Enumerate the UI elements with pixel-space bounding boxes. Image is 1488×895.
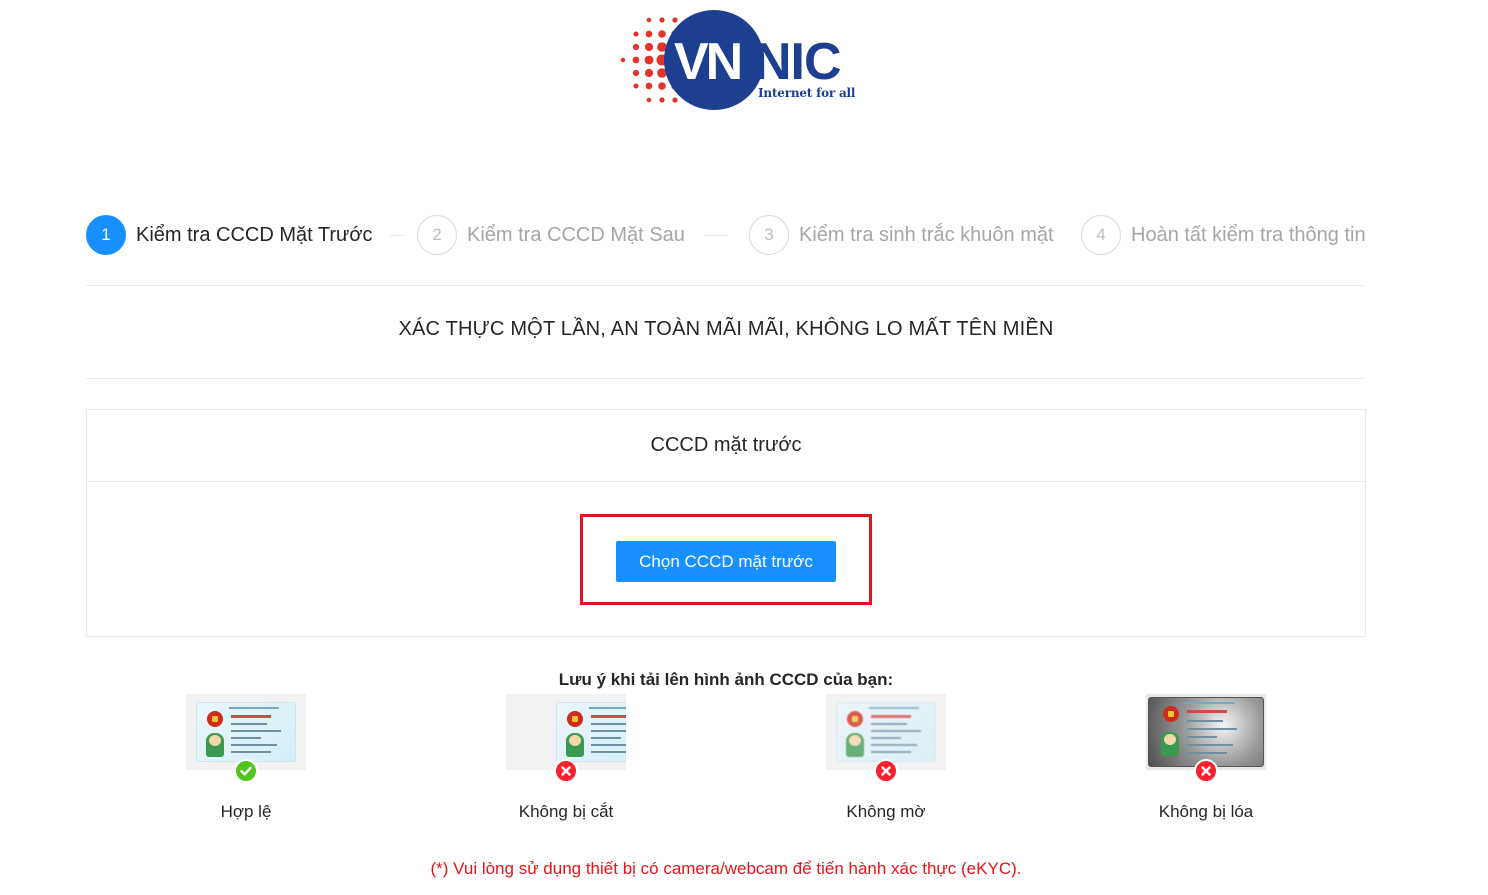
- logo-dot: [645, 30, 653, 38]
- sample-label: Không bị lóa: [1158, 802, 1254, 821]
- logo-dot: [644, 42, 654, 52]
- step-4-title: Hoàn tất kiểm tra thông tin: [1131, 223, 1366, 246]
- logo-nic-text: NIC: [754, 33, 841, 91]
- divider: [86, 285, 1366, 286]
- close-circle-icon: [874, 759, 898, 783]
- step-2-title: Kiểm tra CCCD Mặt Sau: [467, 223, 685, 246]
- close-circle-icon: [1194, 759, 1218, 783]
- slogan-heading: XÁC THỰC MỘT LẦN, AN TOÀN MÃI MÃI, KHÔNG…: [398, 318, 1054, 340]
- step-3-title: Kiểm tra sinh trắc khuôn mặt: [799, 223, 1054, 246]
- step-2: 2 Kiểm tra CCCD Mặt Sau: [417, 214, 685, 256]
- logo-dot: [658, 30, 666, 38]
- logo-dot: [672, 97, 678, 103]
- close-circle-icon: [554, 759, 578, 783]
- sample-no-glare: Không bị lóa: [1146, 694, 1266, 824]
- sample-not-blurry: Không mờ: [826, 694, 946, 824]
- step-3: 3 Kiểm tra sinh trắc khuôn mặt: [749, 214, 1054, 256]
- step-1: 1 Kiểm tra CCCD Mặt Trước: [86, 214, 373, 256]
- logo-dot: [644, 68, 654, 78]
- step-connector: [704, 235, 728, 236]
- logo-dot: [620, 57, 626, 63]
- logo-dot: [633, 83, 639, 89]
- step-4: 4 Hoàn tất kiểm tra thông tin: [1081, 214, 1366, 256]
- steps-bar: 1 Kiểm tra CCCD Mặt Trước 2 Kiểm tra CCC…: [86, 214, 1366, 256]
- logo-dot: [632, 43, 640, 51]
- logo-dot: [659, 97, 665, 103]
- sample-valid: Hợp lệ: [186, 694, 306, 824]
- logo-dot: [645, 82, 653, 90]
- logo-vn-text: VN: [674, 33, 741, 91]
- logo-dot: [633, 31, 639, 37]
- step-3-number: 3: [749, 215, 789, 255]
- sample-not-cropped: Không bị cắt: [506, 694, 626, 824]
- step-connector: [390, 235, 404, 236]
- logo-dot: [632, 69, 640, 77]
- sample-label: Không bị cắt: [518, 802, 614, 821]
- step-1-number: 1: [86, 215, 126, 255]
- vnnic-logo: VN NIC Internet for all: [598, 8, 858, 112]
- check-circle-icon: [234, 759, 258, 783]
- divider: [86, 378, 1366, 379]
- logo-dot: [658, 82, 666, 90]
- logo-dot: [632, 56, 640, 64]
- camera-requirement-note: (*) Vui lòng sử dụng thiết bị có camera/…: [430, 859, 1022, 878]
- step-2-number: 2: [417, 215, 457, 255]
- upload-card: CCCD mặt trước Chọn CCCD mặt trước: [86, 409, 1366, 637]
- logo-dot: [644, 55, 654, 65]
- logo-dot: [672, 17, 678, 23]
- logo-dot: [659, 17, 665, 23]
- logo-dot: [646, 17, 652, 23]
- step-4-number: 4: [1081, 215, 1121, 255]
- sample-label: Hợp lệ: [220, 802, 272, 821]
- logo-dot: [646, 97, 652, 103]
- logo-tagline: Internet for all: [758, 86, 856, 100]
- choose-front-id-button[interactable]: Chọn CCCD mặt trước: [616, 541, 836, 582]
- upload-card-title: CCCD mặt trước: [87, 410, 1365, 482]
- sample-label: Không mờ: [846, 802, 926, 821]
- step-1-title: Kiểm tra CCCD Mặt Trước: [136, 223, 373, 246]
- upload-notes-title: Lưu ý khi tải lên hình ảnh CCCD của bạn:: [558, 670, 894, 689]
